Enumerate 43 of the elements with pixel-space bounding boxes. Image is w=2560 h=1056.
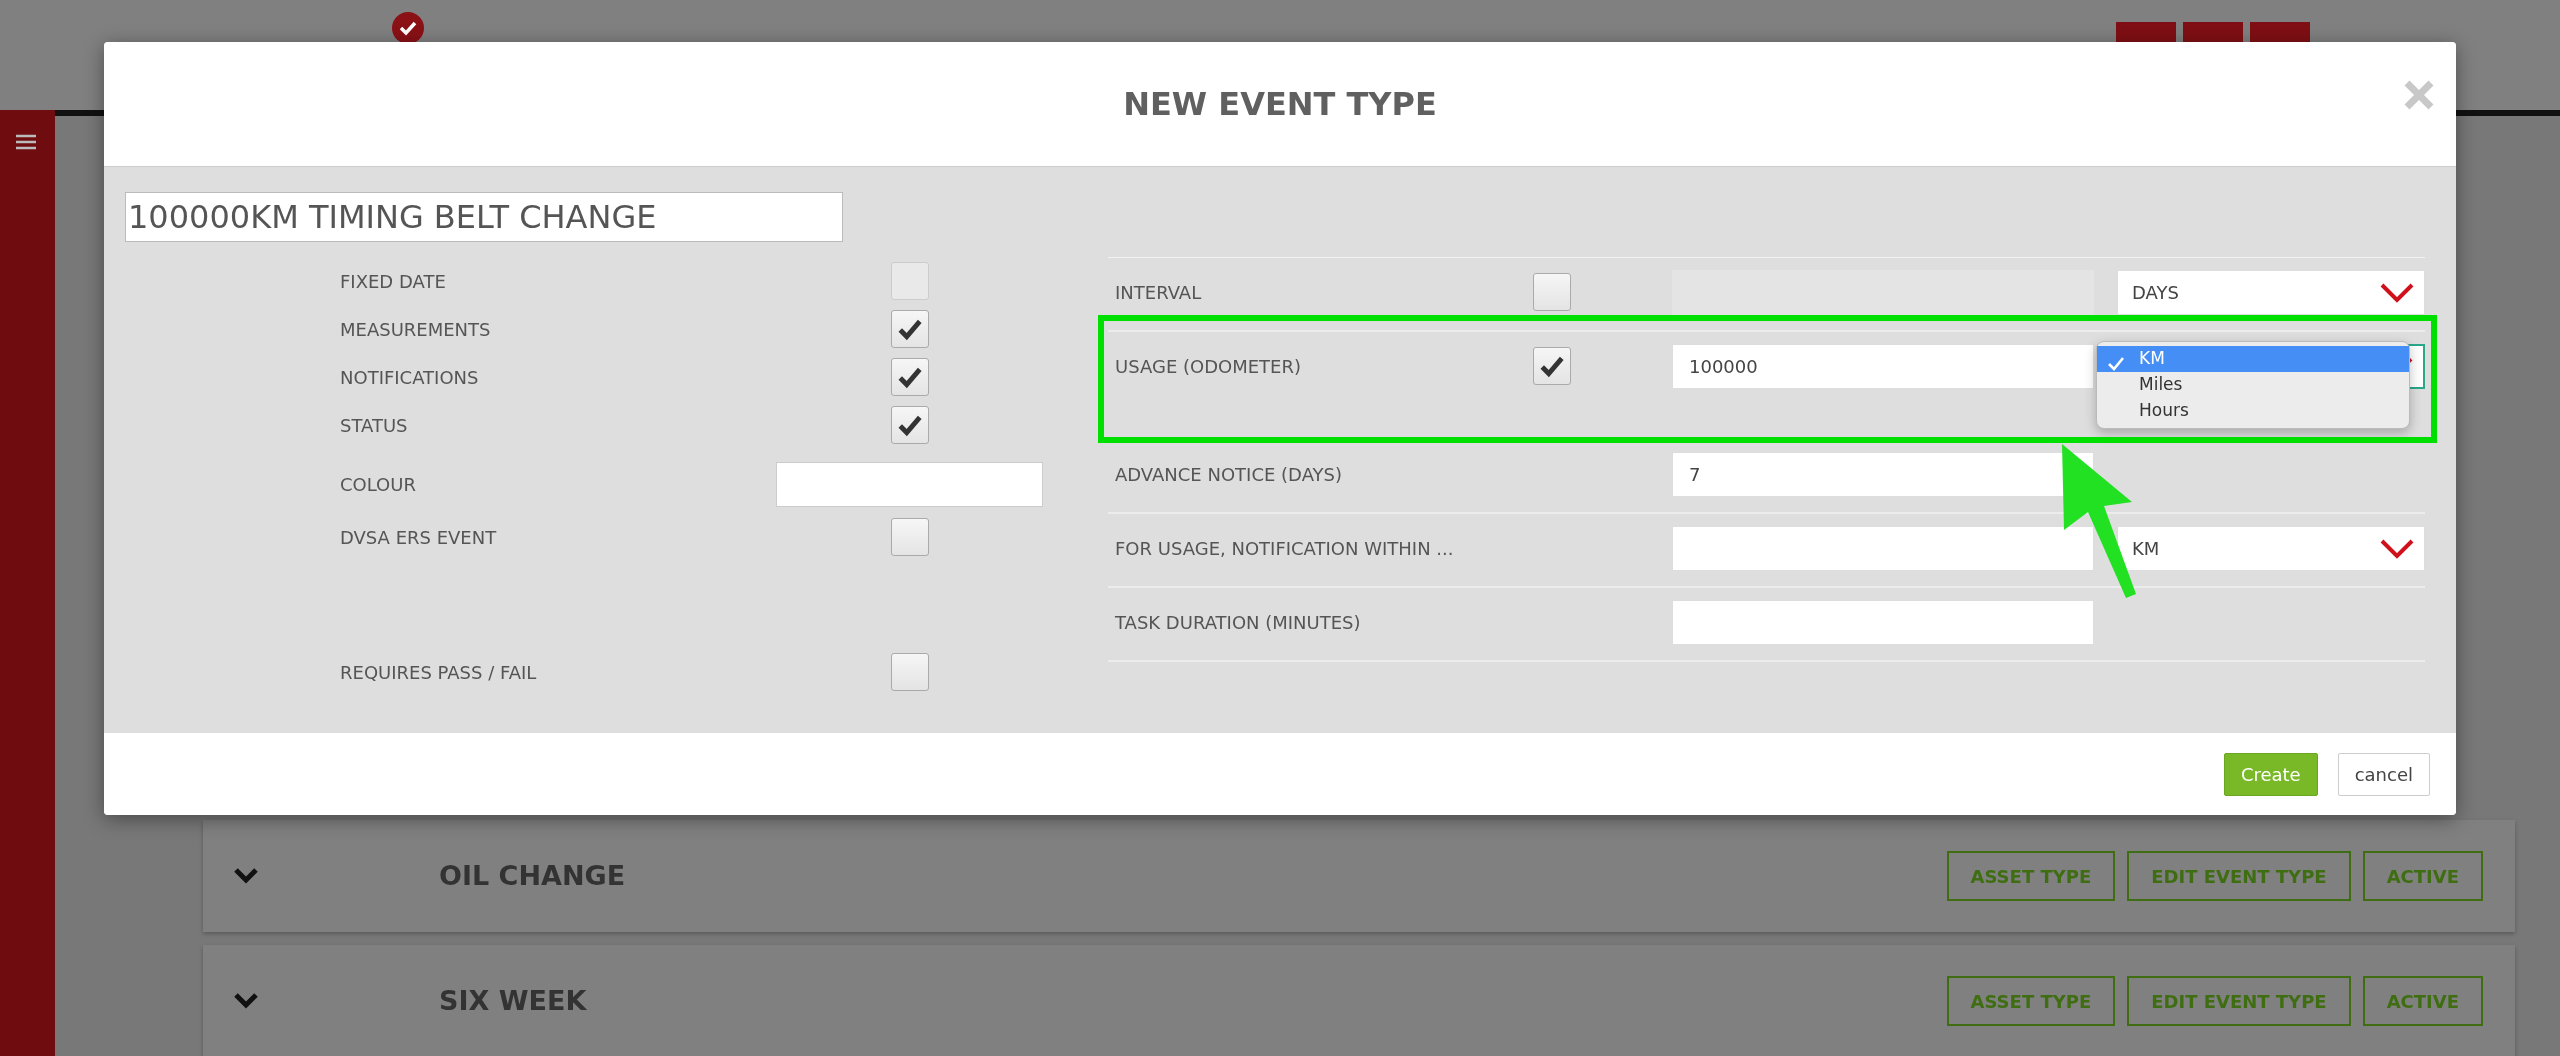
check-icon [2107,356,2125,372]
checkbox[interactable] [890,518,929,556]
chevron-down-icon[interactable] [233,992,259,1010]
field-label: USAGE (ODOMETER) [1114,355,1302,379]
menu-item[interactable]: Hours [2097,398,2409,424]
toolbar-button[interactable] [2116,22,2176,42]
menu-icon[interactable] [16,134,36,150]
toolbar-button[interactable] [2250,22,2310,42]
checkbox[interactable] [890,358,929,396]
colour-field[interactable] [776,461,1043,507]
card-title: OIL CHANGE [439,858,627,893]
field-label: FOR USAGE, NOTIFICATION WITHIN ... [1114,537,1455,561]
field-label: ADVANCE NOTICE (DAYS) [1114,463,1343,487]
text-field[interactable] [1672,600,2094,645]
field-label: FIXED DATE [340,269,447,294]
menu-item[interactable]: Miles [2097,372,2409,398]
field-label: MEASUREMENTS [340,317,492,342]
field-label: INTERVAL [1114,281,1203,305]
chevron-down-icon [2380,282,2414,303]
checkbox[interactable] [890,310,929,348]
checkbox[interactable] [1533,273,1571,311]
field-label: COLOUR [340,472,417,497]
chevron-down-icon[interactable] [233,867,259,885]
unit-select[interactable]: DAYS [2117,270,2425,315]
toolbar-button[interactable] [2183,22,2243,42]
field-label: NOTIFICATIONS [340,365,480,390]
unit-select[interactable]: KM [2117,526,2425,571]
checkbox[interactable] [890,406,929,444]
text-field[interactable] [1672,526,2094,571]
cancel-button[interactable]: cancel [2337,752,2430,796]
modal-title: NEW EVENT TYPE [1123,84,1437,125]
checkbox[interactable] [890,653,929,691]
field-label: REQUIRES PASS / FAIL [340,660,538,685]
text-field[interactable]: 7 [1672,452,2094,497]
chevron-down-icon [2380,538,2414,559]
card-title: SIX WEEK [439,983,588,1018]
checkbox[interactable] [1533,347,1571,385]
text-field[interactable]: 100000 [1672,344,2094,389]
field-label: STATUS [340,413,409,438]
name-input[interactable]: 100000KM TIMING BELT CHANGE [125,192,843,242]
field-label: TASK DURATION (MINUTES) [1114,611,1362,635]
close-icon[interactable] [2402,78,2436,112]
field-label: DVSA ERS EVENT [340,525,498,550]
